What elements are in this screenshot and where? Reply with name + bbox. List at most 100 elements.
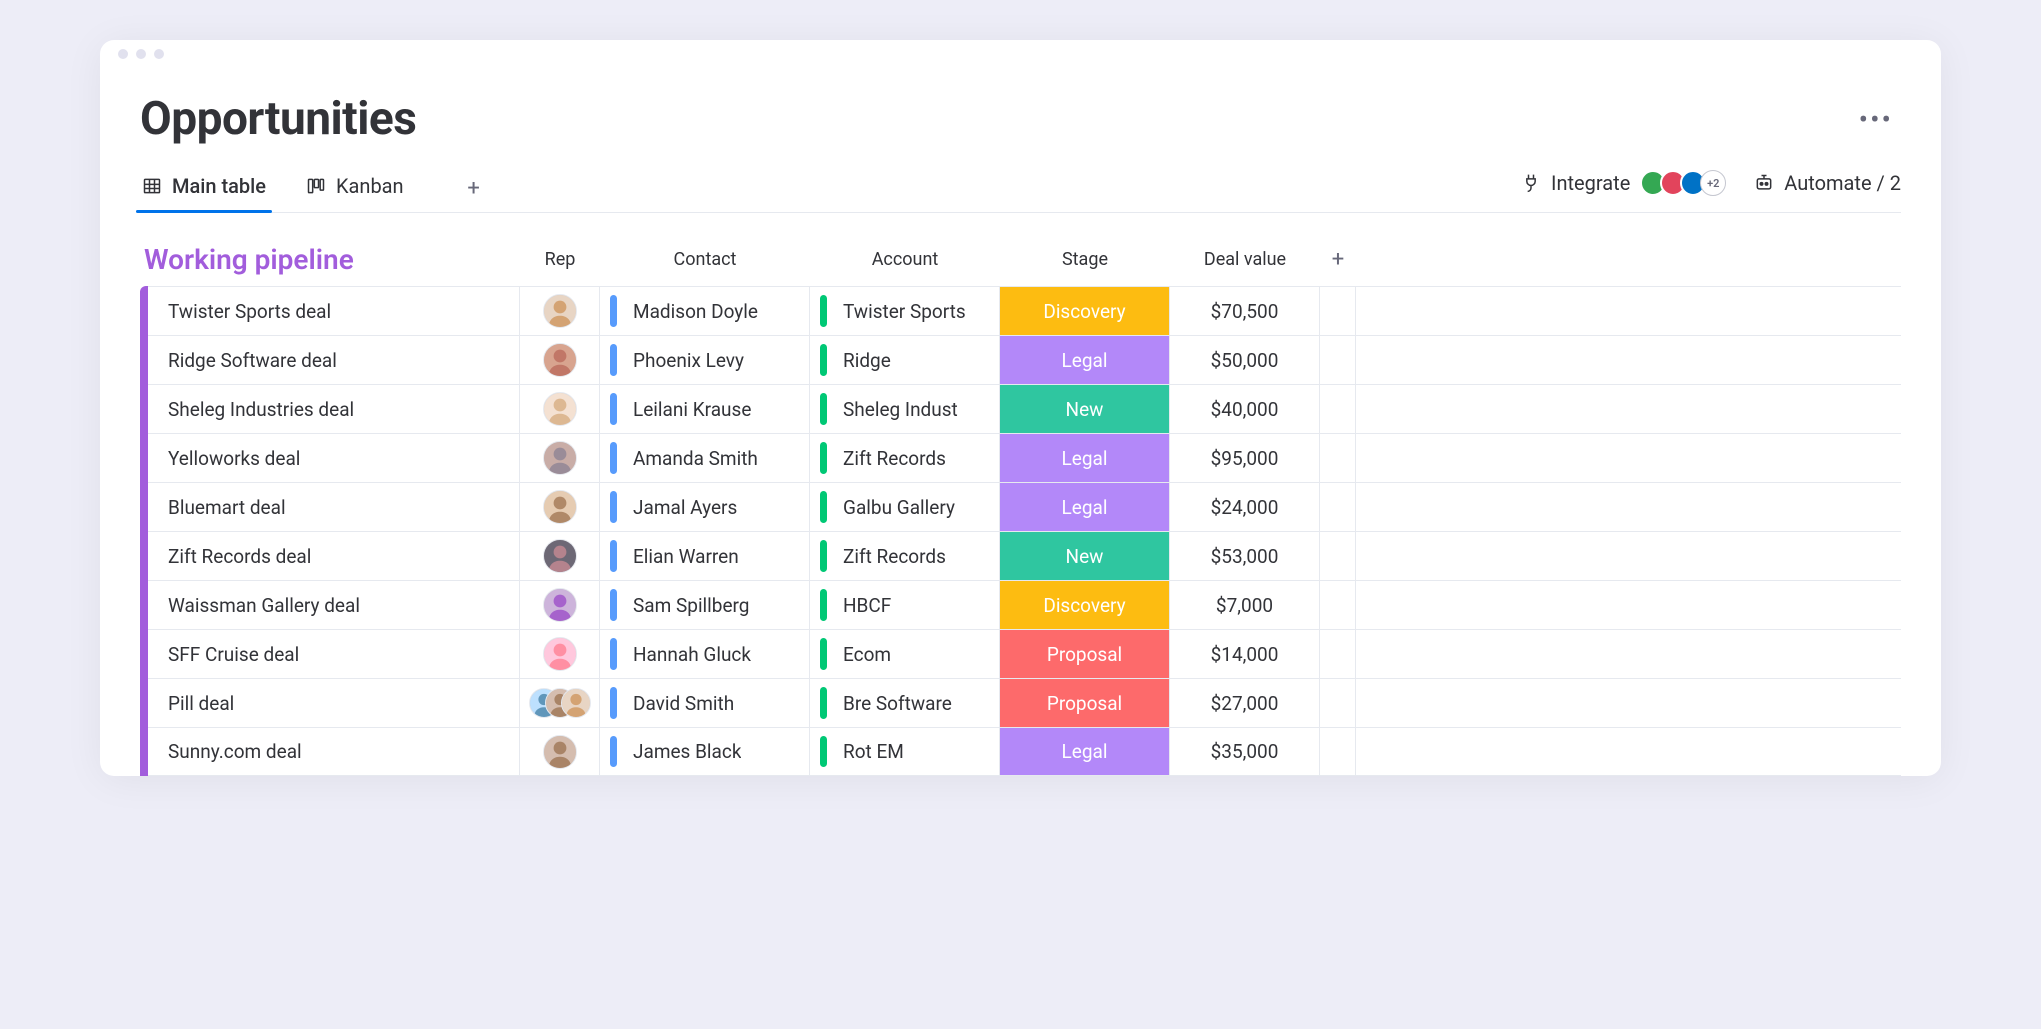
table-row[interactable]: Sheleg Industries deal Leilani KrauseShel…	[148, 384, 1901, 433]
more-options-button[interactable]: •••	[1851, 99, 1901, 140]
contact-cell[interactable]: Elian Warren	[600, 532, 810, 580]
account-name: Bre Software	[843, 692, 952, 715]
stage-cell[interactable]: Legal	[1000, 336, 1170, 384]
integration-badge-more[interactable]: +2	[1700, 170, 1726, 196]
rep-cell[interactable]	[520, 483, 600, 531]
account-name: Galbu Gallery	[843, 496, 955, 519]
window-titlebar	[100, 40, 1941, 68]
tab-kanban[interactable]: Kanban	[304, 164, 406, 212]
group-title[interactable]: Working pipeline	[140, 243, 520, 276]
column-header-account[interactable]: Account	[810, 249, 1000, 270]
deal-name: Sunny.com deal	[168, 740, 302, 763]
stage-cell[interactable]: Legal	[1000, 483, 1170, 531]
stage-badge: Legal	[1000, 336, 1169, 384]
deal-name-cell[interactable]: Yelloworks deal	[148, 434, 520, 482]
deal-value-cell[interactable]: $40,000	[1170, 385, 1320, 433]
deal-value-cell[interactable]: $27,000	[1170, 679, 1320, 727]
account-cell[interactable]: Zift Records	[810, 532, 1000, 580]
account-name: Zift Records	[843, 447, 946, 470]
window-control-dot[interactable]	[118, 49, 128, 59]
rep-cell[interactable]	[520, 581, 600, 629]
stage-cell[interactable]: Proposal	[1000, 679, 1170, 727]
rep-cell[interactable]	[520, 728, 600, 775]
rep-cell[interactable]	[520, 336, 600, 384]
account-cell[interactable]: Rot EM	[810, 728, 1000, 775]
column-header-stage[interactable]: Stage	[1000, 249, 1170, 270]
table-row[interactable]: Yelloworks deal Amanda Smith Zift Records L…	[148, 433, 1901, 482]
add-column-button[interactable]: +	[1320, 247, 1356, 272]
window-control-dot[interactable]	[154, 49, 164, 59]
stage-cell[interactable]: Legal	[1000, 434, 1170, 482]
account-cell[interactable]: Galbu Gallery	[810, 483, 1000, 531]
deal-value-cell[interactable]: $24,000	[1170, 483, 1320, 531]
contact-cell[interactable]: Jamal Ayers	[600, 483, 810, 531]
account-cell[interactable]: Zift Records	[810, 434, 1000, 482]
column-header-rep[interactable]: Rep	[520, 249, 600, 270]
deal-name-cell[interactable]: Sheleg Industries deal	[148, 385, 520, 433]
avatar	[543, 294, 577, 328]
deal-value-cell[interactable]: $14,000	[1170, 630, 1320, 678]
table-row[interactable]: Waissman Gallery deal Sam SpillbergHBCFDi…	[148, 580, 1901, 629]
integrate-button[interactable]: Integrate +2	[1521, 170, 1726, 196]
deal-name-cell[interactable]: Zift Records deal	[148, 532, 520, 580]
rep-cell[interactable]	[520, 287, 600, 335]
account-cell[interactable]: Ecom	[810, 630, 1000, 678]
deal-name-cell[interactable]: Waissman Gallery deal	[148, 581, 520, 629]
table-row[interactable]: Twister Sports deal Madison Doyle Twister …	[148, 286, 1901, 335]
table-row[interactable]: SFF Cruise deal Hannah GluckEcomProposal$…	[148, 629, 1901, 678]
account-cell[interactable]: Twister Sports	[810, 287, 1000, 335]
deal-name-cell[interactable]: Ridge Software deal	[148, 336, 520, 384]
rep-cell[interactable]	[520, 385, 600, 433]
deal-name-cell[interactable]: Pill deal	[148, 679, 520, 727]
stage-cell[interactable]: Proposal	[1000, 630, 1170, 678]
rep-cell[interactable]	[520, 630, 600, 678]
account-cell[interactable]: Bre Software	[810, 679, 1000, 727]
contact-cell[interactable]: Leilani Krause	[600, 385, 810, 433]
contact-cell[interactable]: Madison Doyle	[600, 287, 810, 335]
trailing-cell	[1320, 385, 1356, 433]
deal-value-cell[interactable]: $50,000	[1170, 336, 1320, 384]
column-header-contact[interactable]: Contact	[600, 249, 810, 270]
deal-value-cell[interactable]: $35,000	[1170, 728, 1320, 775]
contact-cell[interactable]: Amanda Smith	[600, 434, 810, 482]
deal-name-cell[interactable]: SFF Cruise deal	[148, 630, 520, 678]
deal-value-cell[interactable]: $70,500	[1170, 287, 1320, 335]
account-name: Twister Sports	[843, 300, 966, 323]
contact-cell[interactable]: Sam Spillberg	[600, 581, 810, 629]
stage-label: New	[1066, 545, 1104, 568]
window-control-dot[interactable]	[136, 49, 146, 59]
table-row[interactable]: Zift Records deal Elian WarrenZift Record…	[148, 531, 1901, 580]
deal-value: $50,000	[1211, 349, 1279, 372]
automate-button[interactable]: Automate / 2	[1754, 171, 1901, 195]
contact-cell[interactable]: Phoenix Levy	[600, 336, 810, 384]
deal-name-cell[interactable]: Bluemart deal	[148, 483, 520, 531]
account-cell[interactable]: Ridge	[810, 336, 1000, 384]
rep-cell[interactable]	[520, 532, 600, 580]
deal-value-cell[interactable]: $95,000	[1170, 434, 1320, 482]
deal-name-cell[interactable]: Twister Sports deal	[148, 287, 520, 335]
contact-cell[interactable]: James Black	[600, 728, 810, 775]
deal-value-cell[interactable]: $53,000	[1170, 532, 1320, 580]
deal-value-cell[interactable]: $7,000	[1170, 581, 1320, 629]
tab-main-table[interactable]: Main table	[140, 164, 268, 212]
stage-cell[interactable]: New	[1000, 532, 1170, 580]
table-row[interactable]: Bluemart deal Jamal Ayers Galbu Gallery Leg…	[148, 482, 1901, 531]
account-cell[interactable]: Sheleg Indust	[810, 385, 1000, 433]
add-view-button[interactable]: +	[462, 176, 486, 200]
stage-cell[interactable]: Discovery	[1000, 287, 1170, 335]
table-row[interactable]: Pill deal David Smith Bre Software Proposal…	[148, 678, 1901, 727]
stage-cell[interactable]: New	[1000, 385, 1170, 433]
deal-name-cell[interactable]: Sunny.com deal	[148, 728, 520, 775]
account-cell[interactable]: HBCF	[810, 581, 1000, 629]
link-indicator	[820, 638, 827, 671]
stage-cell[interactable]: Discovery	[1000, 581, 1170, 629]
rep-cell[interactable]	[520, 679, 600, 727]
column-header-deal-value[interactable]: Deal value	[1170, 249, 1320, 270]
rep-cell[interactable]	[520, 434, 600, 482]
avatar	[543, 588, 577, 622]
table-row[interactable]: Sunny.com deal James BlackRot EMLegal$35,…	[148, 727, 1901, 776]
stage-cell[interactable]: Legal	[1000, 728, 1170, 775]
contact-cell[interactable]: David Smith	[600, 679, 810, 727]
table-row[interactable]: Ridge Software deal Phoenix LevyRidgeLega…	[148, 335, 1901, 384]
contact-cell[interactable]: Hannah Gluck	[600, 630, 810, 678]
